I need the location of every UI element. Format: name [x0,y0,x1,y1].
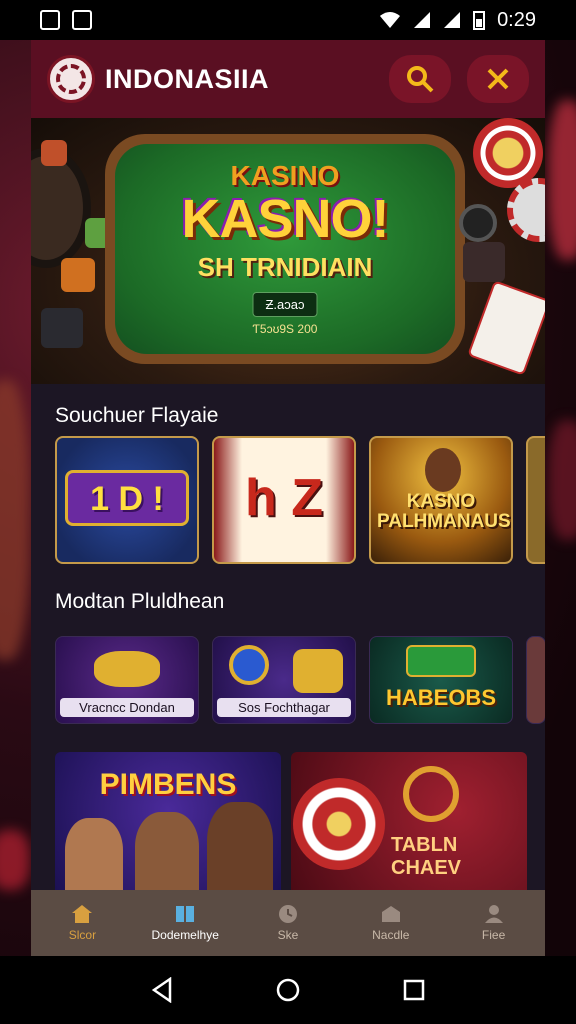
section-title-popular: Souchuer Flayaie [55,404,219,427]
featured-card[interactable]: TABLN CHAEV [291,752,527,898]
game-card-partial[interactable] [526,436,545,564]
game-card[interactable]: KASNO PALHMANAUS [369,436,513,564]
promotions-row[interactable]: Vracncc Dondan Sos Fochthagar HABEOBS [31,636,545,724]
backdrop-shape [548,420,576,540]
backdrop-shape [548,100,576,260]
game-card-label: KASNO PALHMANAUS [377,491,511,532]
promo-card-partial[interactable] [526,636,545,724]
roulette-logo-icon [47,55,95,103]
gold-bar-image [293,649,343,693]
nav-item-profile[interactable]: Fiee [442,890,545,956]
app-title: INDONASIIA [105,63,270,94]
nav-item-book[interactable]: Dodemelhye [134,890,237,956]
back-icon[interactable] [150,977,174,1003]
section-title-promotions: Modtan Pluldhean [55,590,225,613]
nav-label: Dodemelhye [151,928,219,942]
person-image [207,802,273,898]
poker-table-image: KASINO KASNO! SH TRNIDIAIN Ƶ.aɔaɔ Ƭ5ɔʊ9S… [105,134,465,364]
hero-title: KASNO! [181,189,390,249]
close-button[interactable] [467,55,529,103]
promo-card-label: Vracncc Dondan [60,698,194,717]
gold-ingot-image [94,651,160,687]
nav-item-shop[interactable]: Nacdle [339,890,442,956]
games-carousel[interactable]: 1 D ! h Z KASNO PALHMANAUS [31,436,545,564]
featured-card-title: TABLN CHAEV [391,834,462,879]
user-icon [484,905,503,923]
dice-image [463,242,505,282]
hero-subtitle: SH TRNIDIAIN [197,252,373,282]
signal-icon-2 [444,12,461,28]
wifi-icon [380,12,401,28]
promo-card-label: Sos Fochthagar [217,698,351,717]
recents-icon[interactable] [402,978,426,1002]
character-image [425,448,461,492]
home-circle-icon[interactable] [275,977,301,1003]
hero-banner[interactable]: KASINO KASNO! SH TRNIDIAIN Ƶ.aɔaɔ Ƭ5ɔʊ9S… [31,118,545,384]
nav-label: Slcor [68,928,97,942]
game-card[interactable]: 1 D ! [55,436,199,564]
promo-card[interactable]: Vracncc Dondan [55,636,199,724]
bottom-navigation: Slcor Dodemelhye Ske Nacdle Fiee [31,890,545,956]
app-header: INDONASIIA [31,40,545,118]
roulette-wheel-image [293,778,385,870]
dice-image [61,258,95,292]
promo-card-title: HABEOBS [385,685,496,710]
clock-icon [278,905,297,923]
shop-icon [381,906,400,922]
coin-image [229,645,269,685]
nav-label: Ske [277,928,299,942]
close-icon [487,68,509,90]
book-icon [176,906,195,922]
nav-item-clock[interactable]: Ske [237,890,340,956]
game-card[interactable]: h Z [212,436,356,564]
nav-label: Fiee [481,928,506,942]
dice-image [41,140,67,166]
hero-pill: Ƶ.aɔaɔ [252,292,318,317]
featured-card-title: PIMBENS [99,768,237,801]
search-button[interactable] [389,55,451,103]
hero-small-text: Ƭ5ɔʊ9S 200 [252,322,318,336]
promo-card[interactable]: Sos Fochthagar [212,636,356,724]
status-bar: 0:29 [0,0,576,40]
backdrop-shape [0,830,30,890]
badge-image [406,645,476,677]
search-icon [407,66,434,93]
person-image [65,818,123,898]
person-image [135,812,199,898]
nav-label: Nacdle [372,928,410,942]
game-card-label: 1 D ! [90,480,164,518]
home-icon [72,905,93,923]
chip-image [459,204,497,242]
dice-image [41,308,83,348]
featured-row[interactable]: PIMBENS TABLN CHAEV [31,752,545,898]
game-card-label: h Z [245,469,323,527]
signal-icon [414,12,431,28]
app-window: INDONASIIA KASINO KASNO! SH TRNIDIAIN Ƶ.… [31,40,545,956]
playing-card-image [467,280,545,376]
app-notification-icon [72,10,92,30]
backdrop-shape [0,380,30,660]
chip-stack-image [31,148,91,268]
clock-time: 0:29 [497,8,536,31]
featured-card[interactable]: PIMBENS [55,752,281,898]
nav-item-home[interactable]: Slcor [31,890,134,956]
battery-icon [473,11,486,30]
promo-card[interactable]: HABEOBS [369,636,513,724]
gallery-notification-icon [40,10,60,30]
system-navigation-bar [0,956,576,1024]
magnifier-image [403,766,459,822]
